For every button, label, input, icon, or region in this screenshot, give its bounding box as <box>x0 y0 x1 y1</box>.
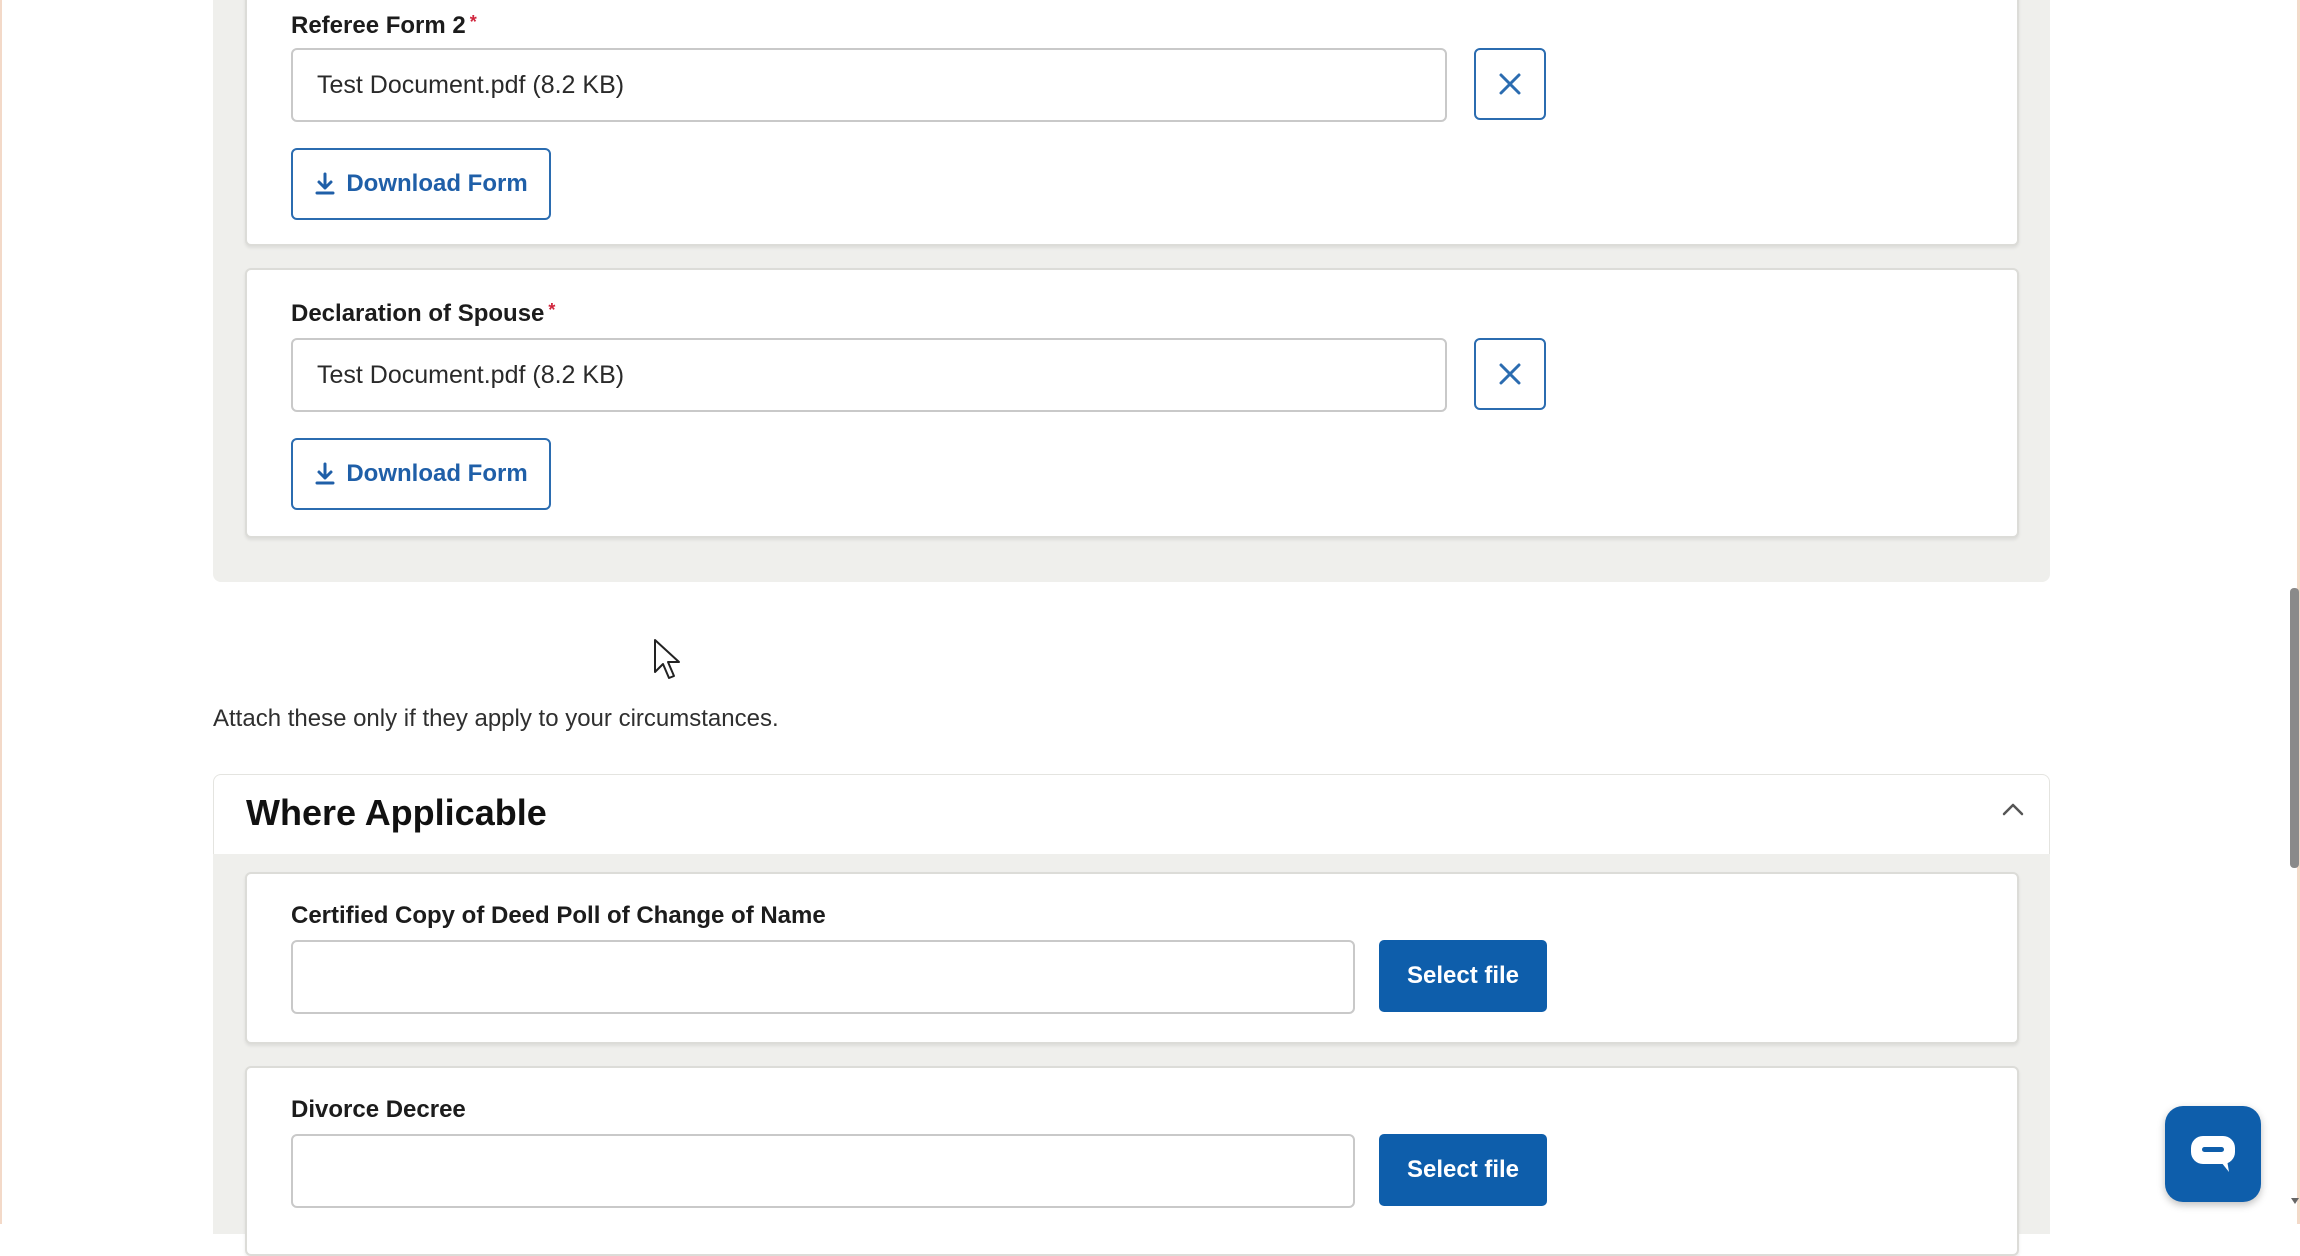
download-form-label: Download Form <box>346 170 528 197</box>
document-card-divorce-decree: Divorce Decree Select file <box>245 1066 2019 1256</box>
required-marker: * <box>548 300 556 320</box>
document-card-declaration-of-spouse: Declaration of Spouse * Test Document.pdf… <box>245 268 2019 538</box>
uploaded-file-field[interactable]: Test Document.pdf (8.2 KB) <box>291 338 1447 412</box>
field-label: Declaration of Spouse * <box>291 300 555 328</box>
field-label-text: Referee Form 2 <box>291 12 466 39</box>
chat-bubble-icon <box>2191 1136 2235 1172</box>
where-applicable-helper-text: Attach these only if they apply to your … <box>213 705 779 732</box>
close-icon <box>1499 73 1521 95</box>
uploaded-file-name: Test Document.pdf (8.2 KB) <box>317 360 625 389</box>
select-file-button[interactable]: Select file <box>1379 1134 1547 1206</box>
field-label-text: Declaration of Spouse <box>291 300 545 327</box>
download-form-label: Download Form <box>346 460 528 487</box>
section-title: Where Applicable <box>246 792 547 833</box>
uploaded-file-name: Test Document.pdf (8.2 KB) <box>317 70 625 99</box>
file-upload-field[interactable] <box>291 1134 1355 1208</box>
field-label: Certified Copy of Deed Poll of Change of… <box>291 902 826 929</box>
page-edge-left <box>0 0 2 1224</box>
remove-file-button[interactable] <box>1474 48 1546 120</box>
mouse-cursor-icon <box>654 639 680 679</box>
page-scrollbar-thumb[interactable] <box>2290 588 2299 868</box>
download-form-button[interactable]: Download Form <box>291 148 551 220</box>
chevron-up-icon[interactable] <box>2001 801 2025 817</box>
download-icon <box>315 462 335 485</box>
download-form-button[interactable]: Download Form <box>291 438 551 510</box>
chat-launcher-button[interactable] <box>2165 1106 2261 1202</box>
field-label: Divorce Decree <box>291 1096 466 1123</box>
file-upload-field[interactable] <box>291 940 1355 1014</box>
uploaded-file-field[interactable]: Test Document.pdf (8.2 KB) <box>291 48 1447 122</box>
scroll-down-arrow-icon[interactable] <box>2290 1196 2300 1206</box>
select-file-button[interactable]: Select file <box>1379 940 1547 1012</box>
required-marker: * <box>469 12 477 32</box>
close-icon <box>1499 363 1521 385</box>
download-icon <box>315 172 335 195</box>
remove-file-button[interactable] <box>1474 338 1546 410</box>
document-card-deed-poll: Certified Copy of Deed Poll of Change of… <box>245 872 2019 1044</box>
where-applicable-header[interactable]: Where Applicable <box>213 774 2050 854</box>
field-label: Referee Form 2 * <box>291 12 477 40</box>
document-card-referee-form-2: Referee Form 2 * Test Document.pdf (8.2 K… <box>245 0 2019 246</box>
